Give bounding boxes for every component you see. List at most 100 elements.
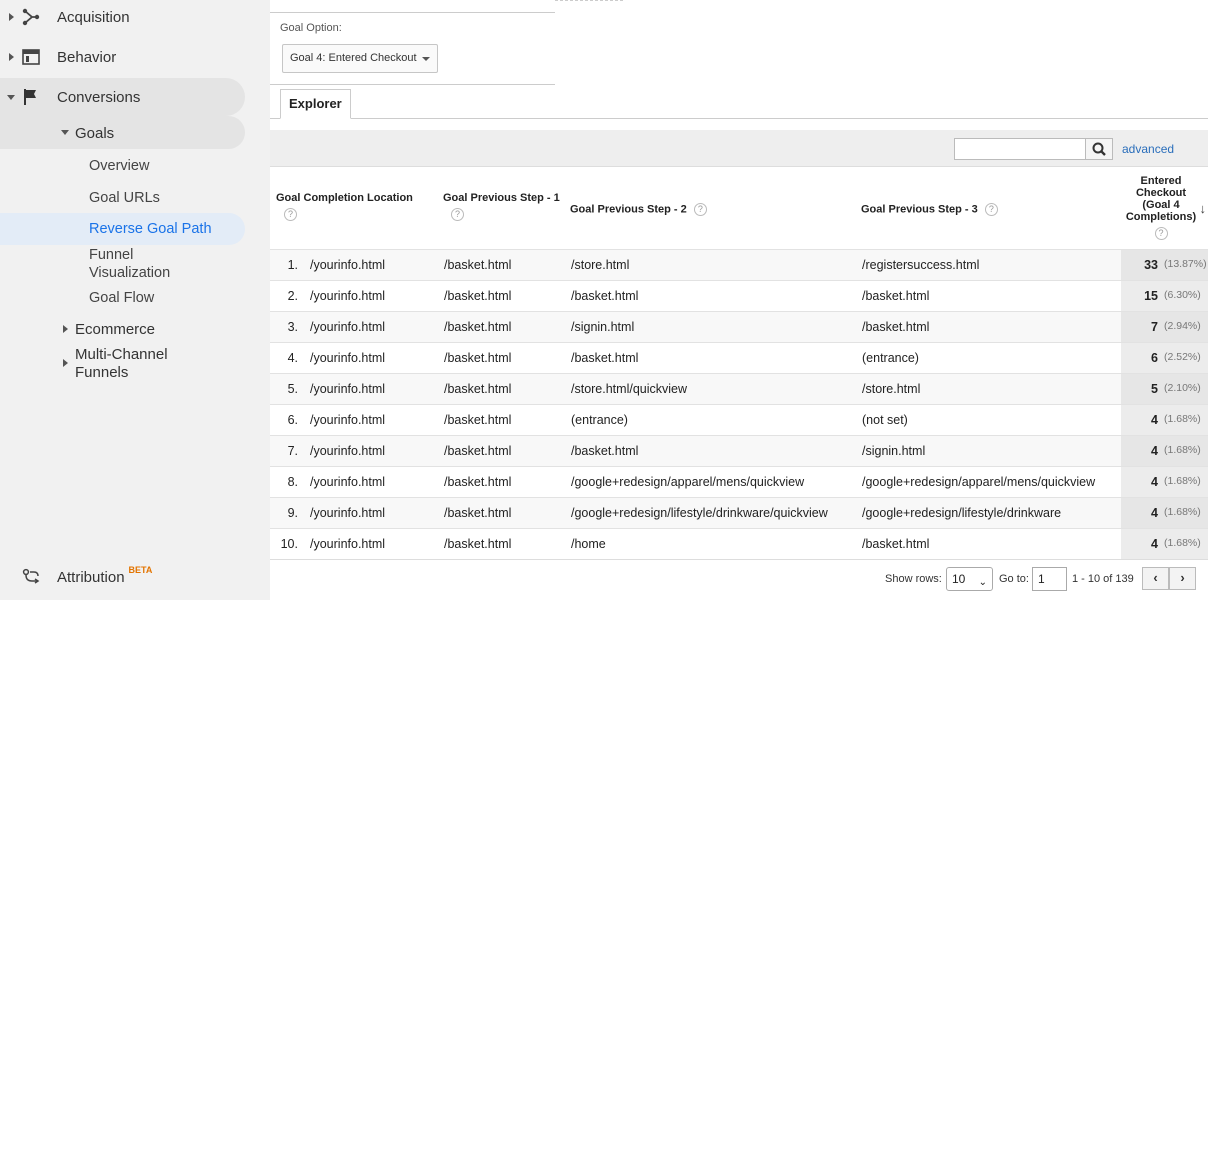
goal-completion-location-cell[interactable]: /yourinfo.html bbox=[310, 413, 385, 427]
previous-step-3-cell[interactable]: /basket.html bbox=[862, 289, 929, 303]
behavior-icon bbox=[22, 49, 40, 65]
sidebar-item-label: Reverse Goal Path bbox=[89, 221, 212, 237]
sidebar-item-reverse-goal-path[interactable]: Reverse Goal Path bbox=[0, 213, 245, 245]
col-header-label: Goal Previous Step - 2 bbox=[570, 203, 687, 216]
previous-step-3-cell[interactable]: /signin.html bbox=[862, 444, 925, 458]
sidebar-item-multi-channel-funnels[interactable]: Multi-Channel Funnels bbox=[0, 345, 245, 381]
sidebar-item-funnel-visualization[interactable]: Funnel Visualization bbox=[0, 246, 245, 282]
row-number: 6. bbox=[287, 413, 298, 427]
metric-percent: (1.68%) bbox=[1164, 506, 1201, 518]
previous-step-1-cell[interactable]: /basket.html bbox=[444, 351, 511, 365]
goal-completion-location-cell[interactable]: /yourinfo.html bbox=[310, 382, 385, 396]
table-search-input[interactable] bbox=[954, 138, 1086, 160]
previous-step-3-cell[interactable]: /store.html bbox=[862, 382, 920, 396]
previous-step-1-cell[interactable]: /basket.html bbox=[444, 537, 511, 551]
help-icon[interactable]: ? bbox=[1154, 227, 1168, 240]
sidebar-item-acquisition[interactable]: Acquisition bbox=[0, 2, 245, 32]
previous-step-1-cell[interactable]: /basket.html bbox=[444, 289, 511, 303]
previous-step-2-cell[interactable]: (entrance) bbox=[571, 413, 628, 427]
goal-completion-location-cell[interactable]: /yourinfo.html bbox=[310, 258, 385, 272]
previous-step-2-cell[interactable]: /google+redesign/lifestyle/drinkware/qui… bbox=[571, 506, 828, 520]
sidebar-item-ecommerce[interactable]: Ecommerce bbox=[0, 318, 245, 340]
goal-completion-location-cell[interactable]: /yourinfo.html bbox=[310, 320, 385, 334]
help-icon[interactable]: ? bbox=[284, 208, 297, 221]
sidebar-item-label: Ecommerce bbox=[75, 321, 156, 338]
previous-step-2-cell[interactable]: /store.html bbox=[571, 258, 629, 272]
col-header-goal-completion-location[interactable]: Goal Completion Location ? bbox=[276, 192, 413, 221]
table-row: 7. /yourinfo.html /basket.html /basket.h… bbox=[270, 435, 1208, 466]
previous-step-3-cell[interactable]: /google+redesign/lifestyle/drinkware bbox=[862, 506, 1061, 520]
metric-cell: 4 (1.68%) bbox=[1121, 467, 1208, 497]
previous-step-1-cell[interactable]: /basket.html bbox=[444, 475, 511, 489]
sidebar-item-label: Goal Flow bbox=[89, 290, 155, 306]
previous-step-1-cell[interactable]: /basket.html bbox=[444, 320, 511, 334]
table-row: 1. /yourinfo.html /basket.html /store.ht… bbox=[270, 249, 1208, 280]
goal-completion-location-cell[interactable]: /yourinfo.html bbox=[310, 351, 385, 365]
table-body: 1. /yourinfo.html /basket.html /store.ht… bbox=[270, 249, 1208, 559]
sidebar-item-overview[interactable]: Overview bbox=[0, 153, 245, 179]
advanced-filter-link[interactable]: advanced bbox=[1122, 142, 1174, 156]
metric-value: 4 bbox=[1151, 537, 1158, 551]
previous-step-1-cell[interactable]: /basket.html bbox=[444, 258, 511, 272]
row-number: 1. bbox=[287, 258, 298, 272]
previous-step-1-cell[interactable]: /basket.html bbox=[444, 413, 511, 427]
next-page-button[interactable]: › bbox=[1169, 567, 1196, 590]
previous-step-3-cell[interactable]: /google+redesign/apparel/mens/quickview bbox=[862, 475, 1095, 489]
metric-value: 33 bbox=[1144, 258, 1158, 272]
table-row: 3. /yourinfo.html /basket.html /signin.h… bbox=[270, 311, 1208, 342]
metric-cell: 7 (2.94%) bbox=[1121, 312, 1208, 342]
metric-value: 4 bbox=[1151, 413, 1158, 427]
prev-page-button[interactable]: ‹ bbox=[1142, 567, 1169, 590]
previous-step-2-cell[interactable]: /store.html/quickview bbox=[571, 382, 687, 396]
sidebar-item-attribution[interactable]: Attribution BETA bbox=[0, 562, 245, 592]
goal-option-panel: Goal Option: Goal 4: Entered Checkout bbox=[270, 12, 555, 85]
previous-step-3-cell[interactable]: /basket.html bbox=[862, 537, 929, 551]
metric-cell: 5 (2.10%) bbox=[1121, 374, 1208, 404]
col-header-entered-checkout[interactable]: Entered Checkout (Goal 4 Completions) ↓ … bbox=[1120, 167, 1208, 250]
metric-percent: (2.94%) bbox=[1164, 320, 1201, 332]
help-icon[interactable]: ? bbox=[693, 203, 707, 216]
col-header-goal-previous-step-1[interactable]: Goal Previous Step - 1 ? bbox=[443, 192, 560, 221]
row-number: 5. bbox=[287, 382, 298, 396]
goal-completion-location-cell[interactable]: /yourinfo.html bbox=[310, 444, 385, 458]
previous-step-3-cell[interactable]: (not set) bbox=[862, 413, 908, 427]
chevron-left-icon: ‹ bbox=[1153, 570, 1158, 585]
col-header-goal-previous-step-2[interactable]: Goal Previous Step - 2 ? bbox=[570, 203, 707, 216]
help-icon[interactable]: ? bbox=[984, 203, 998, 216]
previous-step-3-cell[interactable]: /basket.html bbox=[862, 320, 929, 334]
sidebar-item-goal-urls[interactable]: Goal URLs bbox=[0, 185, 245, 211]
sidebar-item-conversions[interactable]: Conversions bbox=[0, 78, 245, 116]
goal-completion-location-cell[interactable]: /yourinfo.html bbox=[310, 537, 385, 551]
metric-cell: 4 (1.68%) bbox=[1121, 436, 1208, 466]
tab-explorer[interactable]: Explorer bbox=[280, 89, 351, 119]
previous-step-2-cell[interactable]: /home bbox=[571, 537, 606, 551]
goal-completion-location-cell[interactable]: /yourinfo.html bbox=[310, 289, 385, 303]
previous-step-2-cell[interactable]: /basket.html bbox=[571, 289, 638, 303]
goal-option-select[interactable]: Goal 4: Entered Checkout bbox=[282, 44, 438, 73]
previous-step-3-cell[interactable]: (entrance) bbox=[862, 351, 919, 365]
metric-percent: (6.30%) bbox=[1164, 289, 1201, 301]
previous-step-2-cell[interactable]: /basket.html bbox=[571, 351, 638, 365]
sidebar-item-goal-flow[interactable]: Goal Flow bbox=[0, 286, 245, 310]
col-header-goal-previous-step-3[interactable]: Goal Previous Step - 3 ? bbox=[861, 203, 998, 216]
col-header-label: Goal Completion Location bbox=[276, 192, 413, 204]
previous-step-2-cell[interactable]: /basket.html bbox=[571, 444, 638, 458]
row-number: 4. bbox=[287, 351, 298, 365]
previous-step-3-cell[interactable]: /registersuccess.html bbox=[862, 258, 979, 272]
previous-step-1-cell[interactable]: /basket.html bbox=[444, 444, 511, 458]
sidebar-item-goals[interactable]: Goals bbox=[0, 116, 245, 149]
sidebar-item-label: Funnels bbox=[75, 364, 129, 381]
help-icon[interactable]: ? bbox=[451, 208, 464, 221]
previous-step-2-cell[interactable]: /google+redesign/apparel/mens/quickview bbox=[571, 475, 804, 489]
previous-step-2-cell[interactable]: /signin.html bbox=[571, 320, 634, 334]
row-number: 3. bbox=[287, 320, 298, 334]
goal-completion-location-cell[interactable]: /yourinfo.html bbox=[310, 506, 385, 520]
table-row: 8. /yourinfo.html /basket.html /google+r… bbox=[270, 466, 1208, 497]
goto-page-input[interactable]: 1 bbox=[1032, 567, 1067, 591]
previous-step-1-cell[interactable]: /basket.html bbox=[444, 506, 511, 520]
show-rows-select[interactable]: 10 ⌄ bbox=[946, 567, 993, 591]
goal-completion-location-cell[interactable]: /yourinfo.html bbox=[310, 475, 385, 489]
search-button[interactable] bbox=[1085, 138, 1113, 160]
previous-step-1-cell[interactable]: /basket.html bbox=[444, 382, 511, 396]
sidebar-item-behavior[interactable]: Behavior bbox=[0, 42, 245, 72]
